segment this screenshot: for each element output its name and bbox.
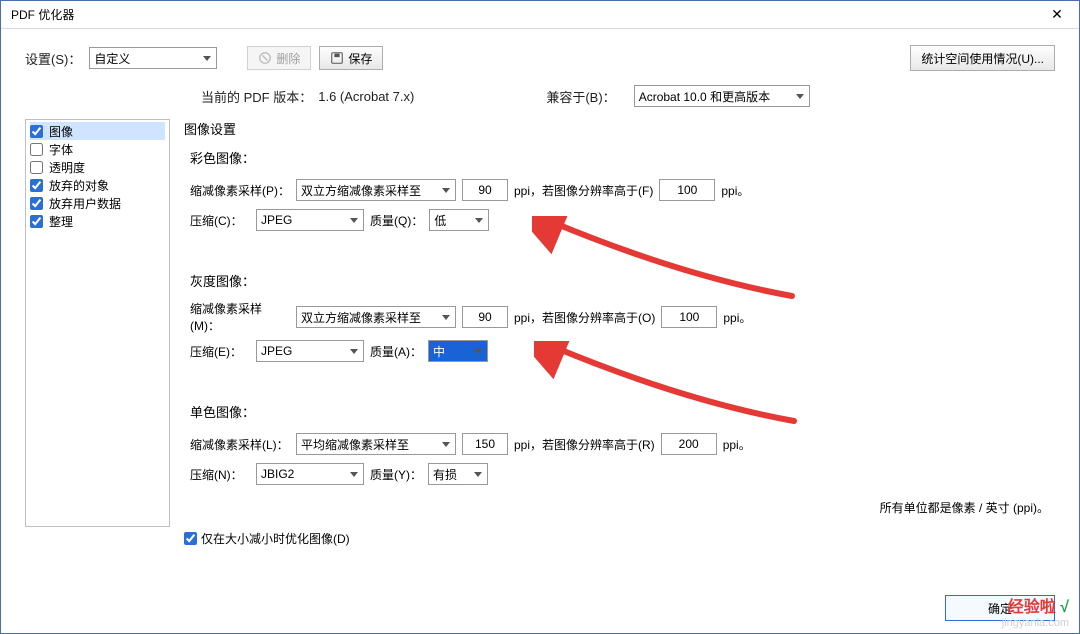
mono-compress-label: 压缩(N)： [190, 466, 250, 483]
group-title: 图像设置 [184, 119, 1055, 138]
close-button[interactable]: ✕ [1035, 1, 1079, 29]
gray-ppi-suffix: ppi。 [723, 309, 751, 326]
color-quality-label: 质量(Q)： [370, 212, 423, 229]
optimize-only-if-smaller-label: 仅在大小减小时优化图像(D) [201, 530, 350, 547]
delete-button: 删除 [247, 46, 311, 70]
sidebar-check-discard-userdata[interactable] [30, 197, 43, 210]
compat-label: 兼容于(B)： [546, 87, 615, 106]
mono-downsample-label: 缩减像素采样(L)： [190, 436, 290, 453]
delete-icon [258, 51, 272, 65]
optimize-only-if-smaller-checkbox[interactable] [184, 532, 197, 545]
gray-compress-combo[interactable]: JPEG [256, 340, 364, 362]
sidebar-item-discard-objects[interactable]: 放弃的对象 [30, 176, 165, 194]
color-ppi-text: ppi，若图像分辨率高于(F) [514, 182, 653, 199]
current-version-value: 1.6 (Acrobat 7.x) [318, 89, 414, 104]
color-quality-combo[interactable]: 低 [429, 209, 489, 231]
gray-compress-label: 压缩(E)： [190, 343, 250, 360]
compat-combo[interactable]: Acrobat 10.0 和更高版本 [634, 85, 810, 107]
color-compress-label: 压缩(C)： [190, 212, 250, 229]
color-ppi2-input[interactable] [659, 179, 715, 201]
sidebar-check-image[interactable] [30, 125, 43, 138]
current-version-label: 当前的 PDF 版本： [201, 87, 312, 106]
mono-quality-label: 质量(Y)： [370, 466, 422, 483]
gray-title: 灰度图像： [190, 271, 1055, 290]
gray-downsample-label: 缩减像素采样(M)： [190, 300, 290, 334]
gray-ppi1-input[interactable] [462, 306, 508, 328]
save-icon [330, 51, 344, 65]
sidebar-item-discard-userdata[interactable]: 放弃用户数据 [30, 194, 165, 212]
mono-title: 单色图像： [190, 402, 1055, 421]
mono-quality-combo[interactable]: 有损 [428, 463, 488, 485]
window-title: PDF 优化器 [11, 6, 1035, 23]
sidebar-check-transparency[interactable] [30, 161, 43, 174]
color-title: 彩色图像： [190, 148, 1055, 167]
gray-quality-combo[interactable]: 中 [428, 340, 488, 362]
title-bar: PDF 优化器 ✕ [1, 1, 1079, 29]
ppi-footnote: 所有单位都是像素 / 英寸 (ppi)。 [184, 499, 1055, 516]
sidebar-check-cleanup[interactable] [30, 215, 43, 228]
sidebar-item-cleanup[interactable]: 整理 [30, 212, 165, 230]
color-ppi1-input[interactable] [462, 179, 508, 201]
sidebar-item-transparency[interactable]: 透明度 [30, 158, 165, 176]
mono-compress-combo[interactable]: JBIG2 [256, 463, 364, 485]
main-panel: 图像设置 彩色图像： 缩减像素采样(P)： 双立方缩减像素采样至 ppi，若图像… [184, 119, 1055, 547]
settings-label: 设置(S)： [25, 49, 81, 68]
sidebar-check-discard-objects[interactable] [30, 179, 43, 192]
settings-combo[interactable]: 自定义 [89, 47, 217, 69]
mono-ppi-text: ppi，若图像分辨率高于(R) [514, 436, 655, 453]
color-downsample-combo[interactable]: 双立方缩减像素采样至 [296, 179, 456, 201]
space-usage-button[interactable]: 统计空间使用情况(U)... [910, 45, 1055, 71]
save-button[interactable]: 保存 [319, 46, 383, 70]
ok-button[interactable]: 确定 [945, 595, 1055, 621]
color-downsample-label: 缩减像素采样(P)： [190, 182, 290, 199]
gray-ppi2-input[interactable] [661, 306, 717, 328]
color-ppi-suffix: ppi。 [721, 182, 749, 199]
sidebar-item-font[interactable]: 字体 [30, 140, 165, 158]
mono-ppi1-input[interactable] [462, 433, 508, 455]
mono-downsample-combo[interactable]: 平均缩减像素采样至 [296, 433, 456, 455]
gray-ppi-text: ppi，若图像分辨率高于(O) [514, 309, 655, 326]
gray-downsample-combo[interactable]: 双立方缩减像素采样至 [296, 306, 456, 328]
sidebar-item-image[interactable]: 图像 [30, 122, 165, 140]
sidebar-check-font[interactable] [30, 143, 43, 156]
color-compress-combo[interactable]: JPEG [256, 209, 364, 231]
gray-quality-label: 质量(A)： [370, 343, 422, 360]
category-sidebar: 图像 字体 透明度 放弃的对象 放弃用户数据 整理 [25, 119, 170, 527]
mono-ppi2-input[interactable] [661, 433, 717, 455]
mono-ppi-suffix: ppi。 [723, 436, 751, 453]
